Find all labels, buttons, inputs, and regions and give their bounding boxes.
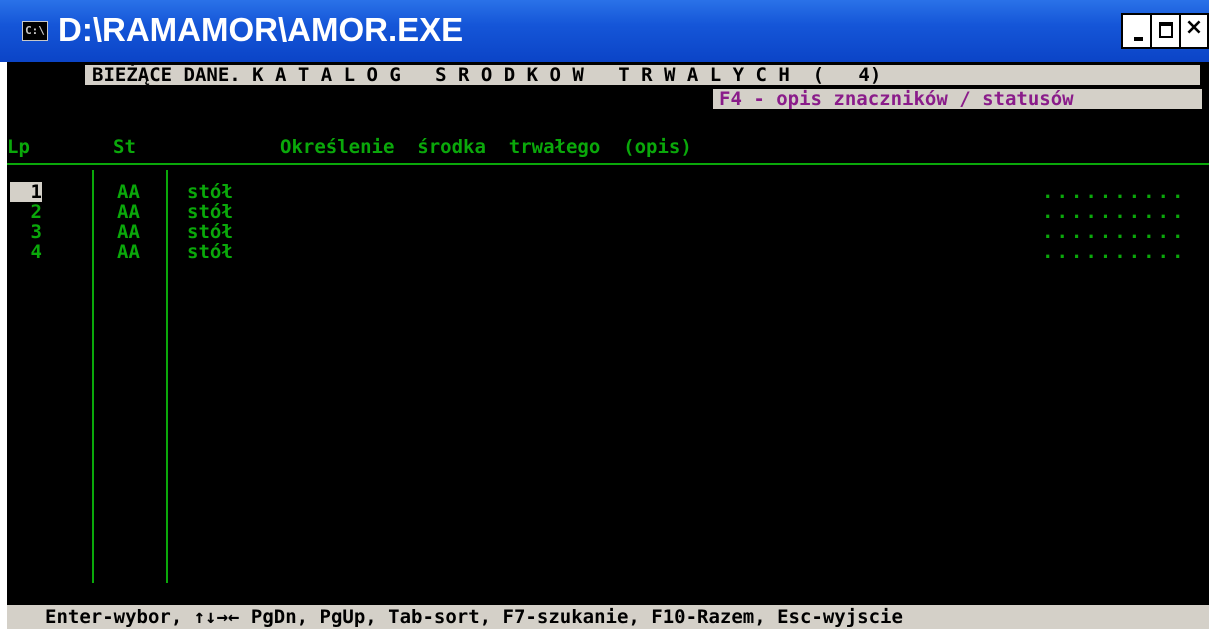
row-1-dots: ..........: [1042, 181, 1187, 203]
row-3-status[interactable]: AA: [117, 222, 140, 242]
row-2-lp[interactable]: 2: [10, 202, 42, 222]
row-2-dots: ..........: [1042, 201, 1187, 223]
column-divider-lp: [92, 170, 94, 583]
status-bar-shortcuts: Enter-wybor, ↑↓→← PgDn, PgUp, Tab-sort, …: [7, 605, 1209, 629]
column-header-description: Określenie środka trwałego (opis): [280, 136, 692, 158]
row-4-dots: ..........: [1042, 241, 1187, 263]
title-bar[interactable]: C:\ D:\RAMAMOR\AMOR.EXE ×: [0, 0, 1209, 62]
row-3-dots: ..........: [1042, 221, 1187, 243]
header-divider: [7, 163, 1209, 165]
column-header-lp: Lp: [7, 136, 30, 158]
console-area[interactable]: BIEŻĄCE DANE. K A T A L O G S R O D K O …: [7, 62, 1209, 629]
row-3-description[interactable]: stół: [187, 222, 233, 242]
window-title: D:\RAMAMOR\AMOR.EXE: [58, 11, 464, 48]
row-2-description[interactable]: stół: [187, 202, 233, 222]
console-icon[interactable]: C:\: [22, 21, 48, 41]
column-divider-st: [166, 170, 168, 583]
row-4-description[interactable]: stół: [187, 242, 233, 262]
close-icon: ×: [1184, 15, 1204, 40]
console-window: C:\ D:\RAMAMOR\AMOR.EXE × BIEŻĄCE DANE. …: [0, 0, 1209, 629]
close-button[interactable]: ×: [1179, 13, 1209, 49]
f4-hint: F4 - opis znaczników / statusów: [713, 89, 1202, 109]
catalog-title: BIEŻĄCE DANE. K A T A L O G S R O D K O …: [85, 65, 1200, 85]
row-2-status[interactable]: AA: [117, 202, 140, 222]
row-1-status[interactable]: AA: [117, 182, 140, 202]
row-4-lp[interactable]: 4: [10, 242, 42, 262]
row-3-lp[interactable]: 3: [10, 222, 42, 242]
row-1-lp[interactable]: 1: [10, 182, 42, 202]
row-4-status[interactable]: AA: [117, 242, 140, 262]
column-header-st: St: [113, 136, 136, 158]
row-1-description[interactable]: stół: [187, 182, 233, 202]
